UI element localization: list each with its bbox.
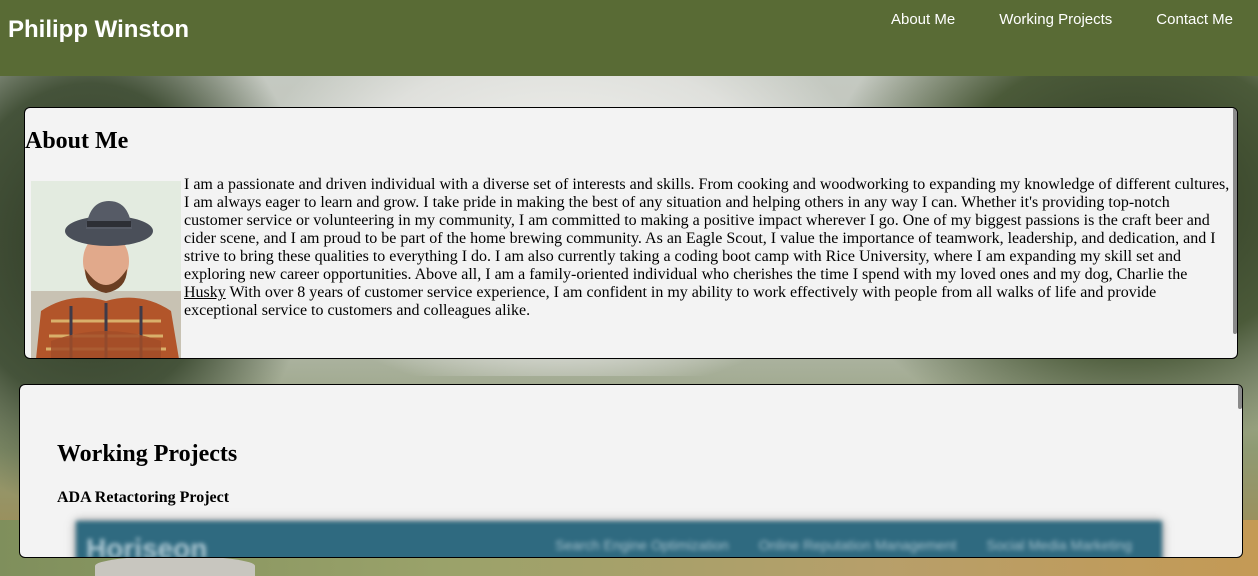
about-text-tail: With over 8 years of customer service ex… <box>184 284 1157 319</box>
project-title: ADA Retactoring Project <box>57 489 230 506</box>
nav-link-contact-me[interactable]: Contact Me <box>1156 11 1233 28</box>
nav-link-about-me[interactable]: About Me <box>891 11 955 28</box>
background-path <box>95 556 255 576</box>
project-preview-links: Search Engine Optimization Online Reputa… <box>555 537 1132 553</box>
site-header: Philipp Winston About Me Working Project… <box>0 0 1258 76</box>
husky-link[interactable]: Husky <box>184 284 226 301</box>
working-projects-section: Working Projects ADA Retactoring Project… <box>19 384 1243 558</box>
about-text-main: I am a passionate and driven individual … <box>184 176 1230 283</box>
nav-link-working-projects[interactable]: Working Projects <box>999 11 1112 28</box>
projects-scrollbar[interactable] <box>1238 385 1242 409</box>
project-preview-link: Social Media Marketing <box>986 537 1132 553</box>
about-scrollbar[interactable] <box>1233 108 1237 334</box>
main-nav: About Me Working Projects Contact Me <box>891 11 1233 28</box>
profile-photo <box>31 181 181 358</box>
site-title: Philipp Winston <box>8 16 190 43</box>
about-heading: About Me <box>25 128 129 154</box>
project-preview-image[interactable]: Horiseon Search Engine Optimization Onli… <box>76 521 1162 558</box>
about-text: I am a passionate and driven individual … <box>184 176 1231 320</box>
projects-heading: Working Projects <box>57 441 238 467</box>
project-preview-link: Search Engine Optimization <box>555 537 729 553</box>
profile-photo-image <box>31 181 181 358</box>
project-preview-link: Online Reputation Management <box>758 537 957 553</box>
project-preview-brand: Horiseon <box>86 533 208 558</box>
about-me-section: About Me I am a passionate and driven in… <box>24 107 1238 359</box>
